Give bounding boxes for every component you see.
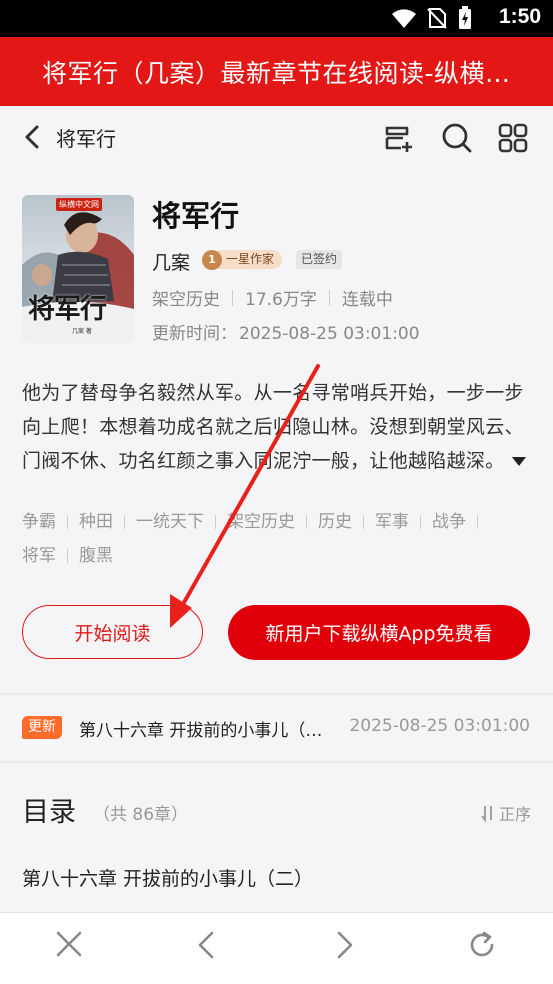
divider: [420, 515, 421, 529]
close-icon[interactable]: [56, 931, 82, 957]
back-chevron-icon[interactable]: [22, 124, 42, 150]
expand-icon[interactable]: [512, 457, 526, 466]
search-icon[interactable]: [441, 122, 473, 154]
next-icon[interactable]: [336, 931, 354, 959]
divider: [67, 549, 68, 563]
add-to-shelf-icon[interactable]: [383, 122, 415, 154]
status-icons: [391, 6, 473, 30]
tag[interactable]: 一统天下: [136, 505, 204, 539]
divider: [477, 515, 478, 529]
no-sim-icon: [427, 8, 447, 29]
toc-item[interactable]: 第八十六章 开拔前的小事儿（二）: [22, 864, 313, 891]
cover-title: 将军行: [28, 294, 107, 325]
tag[interactable]: 历史: [318, 505, 352, 539]
prev-icon[interactable]: [197, 931, 215, 959]
tag[interactable]: 争霸: [22, 505, 56, 539]
divider: [306, 515, 307, 529]
tag[interactable]: 腹黑: [79, 539, 113, 573]
tag[interactable]: 将军: [22, 539, 56, 573]
tag-list: 争霸 种田 一统天下 架空历史 历史 军事 战争 将军 腹黑: [22, 505, 534, 573]
book-update-time: 更新时间： 2025-08-25 03:01:00: [152, 319, 420, 344]
divider: [215, 515, 216, 529]
update-badge: 更新: [22, 716, 62, 739]
signed-badge: 已签约: [296, 250, 343, 269]
status-time: 1:50: [498, 5, 541, 28]
sort-toggle[interactable]: 正序: [481, 801, 531, 825]
nav-bar: 将军行: [0, 106, 553, 168]
divider: [232, 289, 233, 306]
latest-chapter-title: 第八十六章 开拔前的小事儿（二）: [79, 721, 329, 741]
grid-menu-icon[interactable]: [498, 122, 528, 154]
author-level-badge: 1 一星作家: [202, 249, 283, 270]
sort-label: 正序: [498, 805, 531, 824]
start-reading-button[interactable]: 开始阅读: [22, 605, 203, 659]
download-app-button[interactable]: 新用户下载纵横App免费看: [228, 605, 530, 660]
book-author[interactable]: 几案: [152, 248, 190, 275]
level-label: 一星作家: [218, 250, 283, 269]
book-category: 架空历史: [152, 290, 220, 310]
toc-count: （共 86章）: [93, 805, 189, 825]
refresh-icon[interactable]: [468, 931, 496, 959]
tag[interactable]: 种田: [79, 505, 113, 539]
book-meta: 架空历史 17.6万字 连载中: [152, 285, 393, 310]
divider: [124, 515, 125, 529]
divider: [328, 289, 330, 306]
section-divider: [0, 761, 553, 763]
cover-author: 几案 著: [72, 328, 92, 335]
update-value: 2025-08-25 03:01:00: [239, 324, 420, 344]
page-title: 将军行（几案）最新章节在线阅读-纵横中文网: [42, 59, 523, 88]
book-intro: 他为了替母争名毅然从军。从一名寻常哨兵开始，一步一步向上爬！本想着功成名就之后归…: [22, 382, 524, 472]
wifi-icon: [392, 9, 416, 28]
book-status: 连载中: [341, 290, 393, 310]
latest-chapter-time: 2025-08-25 03:01:00: [349, 716, 530, 736]
divider: [363, 515, 364, 529]
nav-title: 将军行: [56, 127, 116, 151]
browser-bottom-bar: [0, 912, 553, 984]
book-cover[interactable]: 纵横中文网 将军行 几案 著: [22, 195, 134, 343]
divider: [67, 515, 68, 529]
level-medal-icon: 1: [202, 249, 222, 270]
browser-title-bar: 将军行（几案）最新章节在线阅读-纵横中文网: [0, 37, 553, 106]
update-label: 更新时间：: [152, 324, 237, 344]
book-title: 将军行: [152, 199, 240, 233]
status-bar: 1:50: [0, 0, 553, 37]
latest-chapter-row[interactable]: 更新 第八十六章 开拔前的小事儿（二） 2025-08-25 03:01:00: [0, 695, 553, 761]
tag[interactable]: 架空历史: [227, 505, 295, 539]
sort-icon: [481, 806, 492, 822]
tag[interactable]: 战争: [432, 505, 466, 539]
battery-charging-icon: [459, 6, 471, 29]
tag[interactable]: 军事: [375, 505, 409, 539]
cover-publisher: 纵横中文网: [56, 198, 102, 211]
book-word-count: 17.6万字: [245, 290, 317, 310]
toc-title: 目录: [22, 797, 76, 828]
